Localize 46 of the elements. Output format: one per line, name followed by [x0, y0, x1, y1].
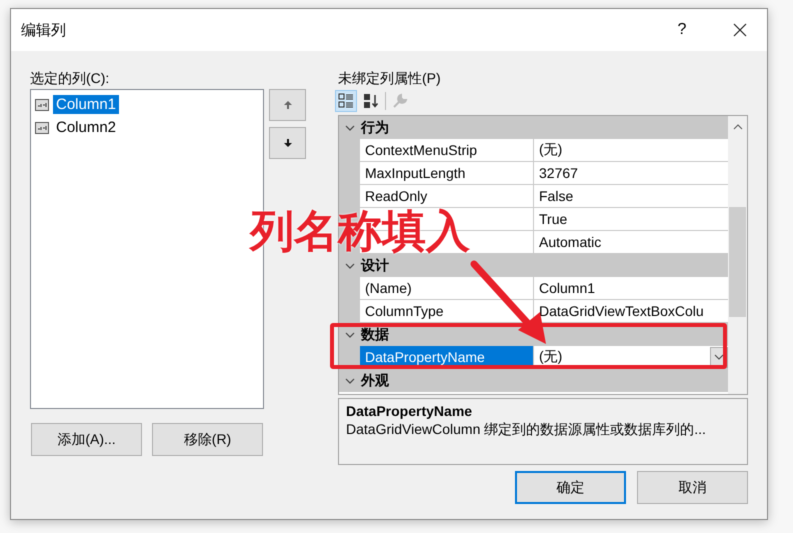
description-text: DataGridViewColumn 绑定到的数据源属性或数据库列的... — [346, 421, 707, 439]
textbox-column-icon — [35, 98, 49, 110]
property-name[interactable]: ReadOnly — [360, 185, 534, 208]
help-button[interactable]: ? — [659, 14, 705, 46]
property-value: Column1 — [534, 277, 728, 300]
chevron-icon[interactable] — [345, 376, 355, 386]
scroll-up-icon — [732, 124, 742, 130]
category-name: 数据 — [361, 326, 389, 344]
property-value: 32767 — [534, 162, 728, 185]
add-button[interactable]: 添加(A)... — [31, 423, 142, 456]
description-title: DataPropertyName — [346, 403, 474, 419]
move-down-button[interactable] — [269, 127, 306, 159]
property-name[interactable]: ColumnType — [360, 300, 534, 323]
categorized-icon — [338, 93, 354, 109]
property-name[interactable]: MaxInputLength — [360, 162, 534, 185]
chevron-icon[interactable] — [345, 260, 355, 270]
property-name[interactable]: ContextMenuStrip — [360, 139, 534, 162]
window-title: 编辑列 — [21, 20, 67, 40]
up-arrow-icon — [282, 100, 292, 110]
properties-label: 未绑定列属性(P) — [338, 69, 442, 87]
column-item[interactable]: Column2 — [53, 118, 120, 137]
property-value: DataGridViewTextBoxColu — [534, 300, 728, 323]
column-item[interactable]: Column1 — [53, 95, 120, 114]
scrollbar[interactable] — [728, 116, 747, 394]
annotation-text: 列名称填入 — [250, 210, 470, 254]
property-name[interactable]: (Name) — [360, 277, 534, 300]
property-value: False — [534, 185, 728, 208]
category-name: 设计 — [361, 256, 389, 274]
wrench-icon — [392, 93, 408, 109]
sort-icon — [363, 93, 379, 109]
close-icon — [733, 23, 747, 37]
categorized-button[interactable] — [335, 90, 357, 112]
property-value: (无) — [534, 139, 728, 162]
ok-button[interactable]: 确定 — [515, 471, 626, 504]
columns-label: 选定的列(C): — [30, 69, 110, 87]
chevron-icon[interactable] — [345, 330, 355, 340]
category-name: 外观 — [361, 372, 389, 390]
property-value: True — [534, 208, 728, 231]
chevron-icon[interactable] — [345, 122, 355, 132]
property-value: Automatic — [534, 231, 728, 254]
cancel-button[interactable]: 取消 — [637, 471, 748, 504]
down-arrow-icon — [282, 138, 292, 148]
category-name: 行为 — [361, 118, 389, 136]
remove-button[interactable]: 移除(R) — [152, 423, 263, 456]
chevron-down-icon — [714, 354, 724, 360]
textbox-column-icon — [35, 122, 49, 134]
